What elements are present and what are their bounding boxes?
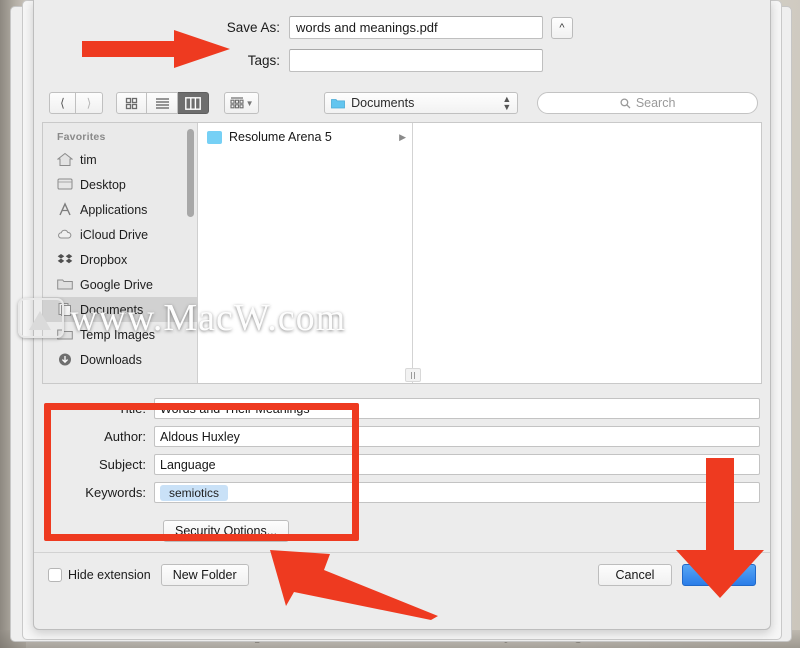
arrange-by-button[interactable]: ▼ [224,92,259,114]
metadata-row-subject: Subject: Language [34,454,770,475]
view-mode-buttons [116,92,209,114]
sidebar-item-label: Temp Images [80,328,155,342]
downloads-icon [57,352,73,367]
sidebar-scrollbar[interactable] [187,129,194,217]
save-dialog-footer: Hide extension New Folder Cancel Save [34,553,770,586]
chevron-right-icon[interactable]: ⟩ [76,92,103,114]
subject-label: Subject: [34,457,154,472]
keywords-label: Keywords: [34,485,154,500]
grid-icon [125,97,138,110]
sidebar-item-label: Downloads [80,353,142,367]
tags-label: Tags: [34,53,289,68]
list-item[interactable]: Resolume Arena 5 ▶ [198,127,412,147]
search-placeholder: Search [636,96,676,110]
cancel-button[interactable]: Cancel [598,564,672,586]
tags-row: Tags: [34,49,770,72]
sidebar-item-dropbox[interactable]: Dropbox [43,247,197,272]
checkbox-box[interactable] [48,568,62,582]
file-column-2 [413,123,761,383]
hide-extension-checkbox[interactable]: Hide extension [48,568,151,582]
metadata-row-author: Author: Aldous Huxley [34,426,770,447]
sidebar-header: Favorites [43,131,197,147]
sidebar-item-temp-images[interactable]: Temp Images [43,322,197,347]
folder-icon [57,327,73,342]
save-dialog: Save As: words and meanings.pdf ^ Tags: … [33,0,771,630]
save-as-input[interactable]: words and meanings.pdf [289,16,543,39]
author-input[interactable]: Aldous Huxley [154,426,760,447]
save-dialog-header: Save As: words and meanings.pdf ^ Tags: [34,0,770,86]
list-icon [155,97,170,109]
sidebar-item-label: Dropbox [80,253,127,267]
author-label: Author: [34,429,154,444]
documents-icon [57,302,73,317]
metadata-row-title: Title: Words and Their Meanings [34,398,770,419]
chevron-down-icon: ▼ [246,99,254,108]
sidebar-item-downloads[interactable]: Downloads [43,347,197,372]
save-as-row: Save As: words and meanings.pdf ^ [34,16,770,39]
navigation-buttons: ⟨ ⟩ [49,92,103,114]
keywords-input[interactable]: semiotics [154,482,760,503]
sidebar-item-label: Google Drive [80,278,153,292]
sidebar-item-label: Documents [80,303,143,317]
cloud-icon [57,227,73,242]
sidebar-item-label: Desktop [80,178,126,192]
tags-input[interactable] [289,49,543,72]
folder-icon [57,277,73,292]
chevron-left-icon[interactable]: ⟨ [49,92,76,114]
columns-icon [185,97,201,110]
keyword-token[interactable]: semiotics [160,485,228,501]
column-view-button[interactable] [178,92,209,114]
sidebar-item-label: tim [80,153,97,167]
column-resize-handle[interactable] [405,368,421,382]
sidebar-item-label: iCloud Drive [80,228,148,242]
sidebar-item-label: Applications [80,203,147,217]
arrange-icon [230,97,244,109]
sidebar-item-applications[interactable]: Applications [43,197,197,222]
subject-input[interactable]: Language [154,454,760,475]
hide-extension-label: Hide extension [68,568,151,582]
sidebar-item-documents[interactable]: Documents [43,297,197,322]
folder-icon [331,97,345,109]
search-icon [620,98,631,109]
icon-view-button[interactable] [116,92,147,114]
chevron-right-icon: ▶ [399,132,406,143]
list-item-label: Resolume Arena 5 [229,130,332,144]
home-icon [57,152,73,167]
title-label: Title: [34,401,154,416]
pdf-metadata-panel: Title: Words and Their Meanings Author: … [34,384,770,516]
search-input[interactable]: Search [537,92,758,114]
folder-icon [207,131,222,144]
file-column-1: Resolume Arena 5 ▶ [198,123,413,383]
file-browser-toolbar: ⟨ ⟩ [34,86,770,122]
updown-chevron-icon: ▲▼ [502,95,511,111]
applications-icon [57,202,73,217]
sidebar-item-icloud-drive[interactable]: iCloud Drive [43,222,197,247]
list-view-button[interactable] [147,92,178,114]
save-button[interactable]: Save [682,564,756,586]
save-as-label: Save As: [34,20,289,35]
path-popup-label: Documents [351,96,414,110]
security-options-button[interactable]: Security Options... [163,520,289,542]
security-options-row: Security Options... [34,516,770,552]
sidebar-item-google-drive[interactable]: Google Drive [43,272,197,297]
path-popup-button[interactable]: Documents ▲▼ [324,92,518,114]
sidebar: Favorites tim Desktop Applica [43,123,198,383]
dropbox-icon [57,252,73,267]
file-browser: Favorites tim Desktop Applica [42,122,762,384]
title-input[interactable]: Words and Their Meanings [154,398,760,419]
chevron-up-icon[interactable]: ^ [551,17,573,39]
desktop-icon [57,177,73,192]
new-folder-button[interactable]: New Folder [161,564,249,586]
metadata-row-keywords: Keywords: semiotics [34,482,770,503]
sidebar-item-desktop[interactable]: Desktop [43,172,197,197]
sidebar-item-tim[interactable]: tim [43,147,197,172]
